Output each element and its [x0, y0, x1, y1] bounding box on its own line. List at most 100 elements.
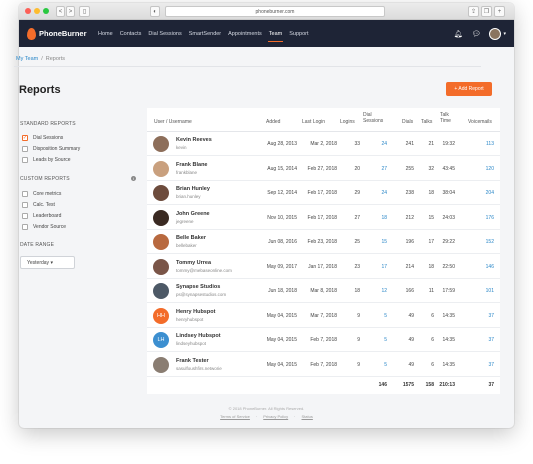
checkbox-icon[interactable] — [22, 213, 28, 219]
breadcrumb-my-team[interactable]: My Team — [16, 56, 38, 62]
cell-dial-sessions[interactable]: 27 — [381, 166, 387, 172]
bell-icon[interactable]: 🔔︎ — [454, 30, 463, 38]
share-icon[interactable]: ⇪ — [468, 6, 479, 17]
cell-voicemails[interactable]: 204 — [486, 190, 494, 196]
col-logins[interactable]: Logins — [340, 119, 355, 125]
report-disposition-summary[interactable]: Disposition Summary — [22, 146, 80, 152]
cell-voicemails[interactable]: 37 — [488, 313, 494, 319]
table-row[interactable]: Kevin Reeves kevin Aug 28, 2013 Mar 2, 2018… — [147, 132, 500, 156]
sidebar-toggle-icon[interactable]: ▯ — [79, 6, 90, 17]
col-talks[interactable]: Talks — [421, 119, 432, 125]
chat-icon[interactable]: 💬︎ — [472, 30, 481, 38]
back-button[interactable]: < — [56, 6, 65, 17]
cell-voicemails[interactable]: 152 — [486, 239, 494, 245]
info-icon[interactable]: i — [131, 176, 136, 181]
cell-voicemails[interactable]: 120 — [486, 166, 494, 172]
checkbox-icon[interactable] — [22, 191, 28, 197]
user-name[interactable]: Belle Baker — [176, 235, 206, 241]
cell-logins: 9 — [357, 337, 360, 343]
cell-dial-sessions[interactable]: 12 — [381, 288, 387, 294]
address-bar[interactable]: phoneburner.com — [165, 6, 385, 17]
cell-last-login: Feb 17, 2018 — [307, 214, 337, 221]
date-range-select[interactable]: Yesterday ▾ — [20, 256, 75, 269]
user-name[interactable]: Frank Tester — [176, 358, 209, 364]
tabs-icon[interactable]: ❐ — [481, 6, 492, 17]
user-name[interactable]: Brian Hunley — [176, 186, 210, 192]
new-tab-button[interactable]: + — [494, 6, 505, 17]
cell-voicemails[interactable]: 113 — [486, 141, 494, 147]
report-vendor-source[interactable]: Vendor Source — [22, 224, 66, 230]
forward-button[interactable]: > — [66, 6, 75, 17]
cell-dial-sessions[interactable]: 18 — [381, 215, 387, 221]
user-username: tommy@mebaseonline.com — [176, 267, 232, 273]
table-row[interactable]: Tommy Urrea tommy@mebaseonline.com May 09,… — [147, 255, 500, 279]
checkbox-icon[interactable] — [22, 202, 28, 208]
col-added[interactable]: Added — [266, 119, 280, 125]
checkbox-icon[interactable] — [22, 146, 28, 152]
footer-terms-link[interactable]: Terms of Service — [220, 414, 250, 419]
cell-dial-sessions[interactable]: 24 — [381, 141, 387, 147]
report-leads-by-source[interactable]: Leads by Source — [22, 157, 71, 163]
cell-dial-sessions[interactable]: 5 — [384, 362, 387, 368]
nav-support[interactable]: Support — [286, 20, 312, 47]
user-name[interactable]: Tommy Urrea — [176, 260, 211, 266]
col-talk-time[interactable]: Talk Time — [440, 112, 451, 124]
table-row[interactable]: Frank Blane frankblane Aug 15, 2014 Feb 27,… — [147, 157, 500, 181]
table-row[interactable]: Synapse Studios ps@synapsestudios.com Jun … — [147, 279, 500, 303]
col-voicemails[interactable]: Voicemails — [468, 119, 492, 125]
checkbox-icon[interactable] — [22, 224, 28, 230]
user-avatar: LH — [153, 332, 169, 348]
footer-links: Terms of Service · Privacy Policy · Stat… — [0, 414, 533, 419]
report-core-metrics[interactable]: Core metrics — [22, 191, 61, 197]
table-row[interactable]: HH Henry Hubspot henryhubspot May 04, 2015 M… — [147, 304, 500, 328]
close-window-icon[interactable] — [25, 8, 31, 14]
col-user[interactable]: User / Username — [154, 119, 192, 125]
cell-voicemails[interactable]: 37 — [488, 362, 494, 368]
col-dials[interactable]: Dials — [402, 119, 413, 125]
nav-dial-sessions[interactable]: Dial Sessions — [145, 20, 185, 47]
nav-team[interactable]: Team — [265, 20, 285, 47]
table-row[interactable]: John Greene jegreene Nov 10, 2015 Feb 17, 2… — [147, 206, 500, 230]
nav-home[interactable]: Home — [95, 20, 117, 47]
cell-voicemails[interactable]: 37 — [488, 337, 494, 343]
user-name[interactable]: Henry Hubspot — [176, 309, 215, 315]
privacy-icon[interactable]: ◐ — [150, 6, 160, 17]
cell-dial-sessions[interactable]: 17 — [381, 264, 387, 270]
cell-voicemails[interactable]: 176 — [486, 215, 494, 221]
user-name[interactable]: Synapse Studios — [176, 284, 220, 290]
checkbox-checked-icon[interactable]: ✓ — [22, 135, 28, 141]
report-calc-test[interactable]: Calc. Test — [22, 202, 55, 208]
user-avatar — [153, 209, 169, 226]
cell-voicemails[interactable]: 146 — [486, 264, 494, 270]
logo[interactable]: PhoneBurner — [27, 27, 87, 40]
user-avatar[interactable] — [489, 27, 502, 40]
user-name[interactable]: John Greene — [176, 211, 210, 217]
cell-dial-sessions[interactable]: 24 — [381, 190, 387, 196]
nav-appointments[interactable]: Appointments — [225, 20, 266, 47]
col-dial-sessions[interactable]: Dial Sessions — [363, 112, 383, 124]
cell-dial-sessions[interactable]: 5 — [384, 313, 387, 319]
col-last-login[interactable]: Last Login — [302, 119, 325, 125]
footer-status-link[interactable]: Status — [302, 414, 313, 419]
footer-privacy-link[interactable]: Privacy Policy — [263, 414, 288, 419]
add-report-button[interactable]: + Add Report — [446, 82, 492, 96]
maximize-window-icon[interactable] — [43, 8, 49, 14]
nav-contacts[interactable]: Contacts — [116, 20, 145, 47]
report-dial-sessions[interactable]: ✓ Dial Sessions — [22, 135, 63, 141]
checkbox-icon[interactable] — [22, 157, 28, 163]
table-row[interactable]: Brian Hunley brian.hunley Sep 12, 2014 Feb … — [147, 181, 500, 205]
nav-smartsender[interactable]: SmartSender — [185, 20, 224, 47]
table-row[interactable]: Frank Tester sasulfoushfirs.networie May 0… — [147, 353, 500, 377]
report-leaderboard[interactable]: Leaderboard — [22, 213, 61, 219]
user-name[interactable]: Kevin Reeves — [176, 137, 212, 143]
minimize-window-icon[interactable] — [34, 8, 40, 14]
cell-voicemails[interactable]: 101 — [486, 288, 494, 294]
table-row[interactable]: LH Lindsey Hubspot lindseyhubspot May 04, 2… — [147, 328, 500, 352]
user-name[interactable]: Frank Blane — [176, 162, 207, 168]
table-row[interactable]: Belle Baker bellebaker Jun 08, 2016 Feb 23,… — [147, 230, 500, 254]
chevron-down-icon[interactable]: ▾ — [503, 31, 506, 37]
cell-dial-sessions[interactable]: 15 — [381, 239, 387, 245]
cell-dial-sessions[interactable]: 5 — [384, 337, 387, 343]
user-avatar — [153, 160, 169, 177]
user-name[interactable]: Lindsey Hubspot — [176, 333, 221, 339]
